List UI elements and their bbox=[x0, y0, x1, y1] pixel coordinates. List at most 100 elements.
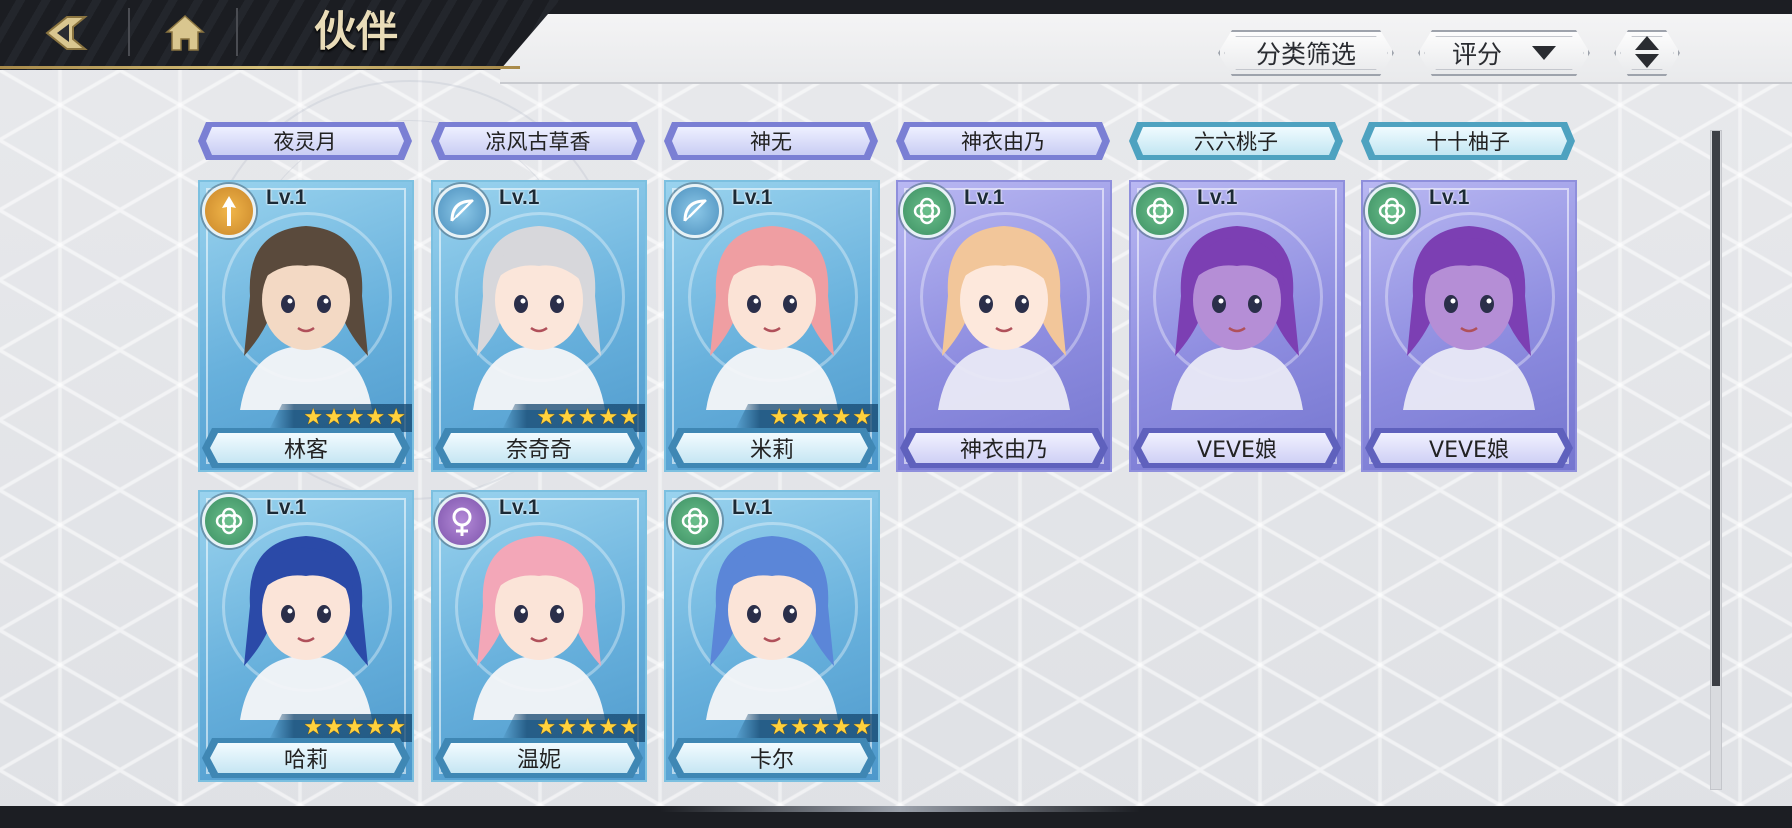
scrollbar-thumb[interactable] bbox=[1712, 131, 1720, 686]
arrow-class-icon bbox=[202, 184, 256, 238]
level-label: Lv.1 bbox=[964, 186, 1005, 209]
star-icon: ★ bbox=[577, 405, 598, 430]
star-icon: ★ bbox=[831, 405, 852, 430]
scrollbar[interactable] bbox=[1710, 130, 1722, 790]
partner-name: 奈奇奇 bbox=[505, 438, 572, 463]
star-icon: ★ bbox=[619, 405, 639, 430]
partner-name-plate: 林客 bbox=[202, 428, 410, 468]
star-icon: ★ bbox=[810, 405, 831, 430]
sort-dropdown-label: 评分 bbox=[1451, 40, 1502, 69]
star-icon: ★ bbox=[536, 715, 557, 740]
home-icon bbox=[165, 14, 205, 51]
partner-name-plate: 神衣由乃 bbox=[900, 428, 1108, 468]
sort-dropdown[interactable]: 评分 bbox=[1418, 30, 1590, 76]
star-icon: ★ bbox=[790, 715, 810, 740]
star-icon: ★ bbox=[303, 405, 324, 430]
toolbar-separator bbox=[128, 8, 130, 56]
partner-name-plate: 温妮 bbox=[435, 738, 643, 778]
clover-class-icon bbox=[668, 494, 722, 548]
bottom-bar-glow bbox=[660, 806, 1140, 812]
bow-class-icon bbox=[668, 184, 722, 238]
name-tag: 神无 bbox=[664, 122, 878, 160]
back-arrow-icon bbox=[45, 16, 88, 50]
filter-button-label: 分类筛选 bbox=[1255, 40, 1356, 69]
clover-class-icon bbox=[202, 494, 256, 548]
star-icon: ★ bbox=[598, 715, 619, 740]
level-label: Lv.1 bbox=[732, 186, 773, 209]
level-label: Lv.1 bbox=[732, 496, 773, 519]
star-icon: ★ bbox=[386, 715, 406, 740]
name-tag: 十十柚子 bbox=[1361, 122, 1575, 160]
partner-name-plate: VEVE娘 bbox=[1365, 428, 1573, 468]
chevron-down-icon bbox=[1532, 46, 1556, 60]
partner-card[interactable]: Lv.1 ★ ★ ★ ★ ★ 哈莉 bbox=[198, 490, 414, 782]
star-icon: ★ bbox=[344, 405, 365, 430]
name-tag: 六六桃子 bbox=[1129, 122, 1343, 160]
partner-card[interactable]: Lv.1 ★ ★ ★ ★ ★ 奈奇奇 bbox=[431, 180, 647, 472]
name-tag: 神衣由乃 bbox=[896, 122, 1110, 160]
top-bar: 伙伴 分类筛选 评分 bbox=[0, 0, 1792, 86]
star-icon: ★ bbox=[324, 715, 344, 740]
partner-name: 温妮 bbox=[516, 748, 561, 773]
bottom-bar bbox=[0, 806, 1792, 828]
name-tag: 夜灵月 bbox=[198, 122, 412, 160]
toolbar-separator bbox=[236, 8, 238, 56]
name-tag-label: 夜灵月 bbox=[273, 130, 337, 154]
star-icon: ★ bbox=[557, 715, 577, 740]
page-title: 伙伴 bbox=[314, 7, 399, 56]
partner-card[interactable]: Lv.1 ★ ★ ★ ★ ★ 温妮 bbox=[431, 490, 647, 782]
star-icon: ★ bbox=[365, 405, 386, 430]
star-icon: ★ bbox=[324, 405, 344, 430]
partner-card[interactable]: Lv.1 ★ ★ ★ ★ ★ 米莉 bbox=[664, 180, 880, 472]
name-tag-label: 神无 bbox=[750, 130, 792, 154]
partner-name-plate: 哈莉 bbox=[202, 738, 410, 778]
name-tag-label: 神衣由乃 bbox=[961, 130, 1045, 154]
star-icon: ★ bbox=[790, 405, 810, 430]
star-icon: ★ bbox=[598, 405, 619, 430]
partner-name: 米莉 bbox=[749, 438, 794, 463]
star-icon: ★ bbox=[386, 405, 406, 430]
partner-card[interactable]: Lv.1 ★ ★ ★ ★ ★ 林客 bbox=[198, 180, 414, 472]
partner-name: 神衣由乃 bbox=[959, 438, 1048, 463]
partner-card[interactable]: Lv.1 神衣由乃 bbox=[896, 180, 1112, 472]
partner-card[interactable]: Lv.1 VEVE娘 bbox=[1129, 180, 1345, 472]
back-button[interactable] bbox=[34, 8, 98, 58]
partner-name-plate: 卡尔 bbox=[668, 738, 876, 778]
star-icon: ★ bbox=[344, 715, 365, 740]
clover-class-icon bbox=[900, 184, 954, 238]
star-icon: ★ bbox=[831, 715, 852, 740]
partner-card[interactable]: Lv.1 ★ ★ ★ ★ ★ 卡尔 bbox=[664, 490, 880, 782]
level-label: Lv.1 bbox=[266, 186, 307, 209]
star-icon: ★ bbox=[619, 715, 639, 740]
top-bar-right bbox=[500, 14, 1792, 84]
star-icon: ★ bbox=[769, 405, 790, 430]
partner-name-plate: 米莉 bbox=[668, 428, 876, 468]
level-label: Lv.1 bbox=[499, 186, 540, 209]
level-label: Lv.1 bbox=[266, 496, 307, 519]
name-tag-label: 凉风古草香 bbox=[485, 130, 591, 154]
ring-class-icon bbox=[435, 494, 489, 548]
filter-button[interactable]: 分类筛选 bbox=[1218, 30, 1394, 76]
star-icon: ★ bbox=[557, 405, 577, 430]
star-icon: ★ bbox=[303, 715, 324, 740]
star-icon: ★ bbox=[365, 715, 386, 740]
star-icon: ★ bbox=[810, 715, 831, 740]
bow-class-icon bbox=[435, 184, 489, 238]
star-icon: ★ bbox=[852, 715, 872, 740]
partner-name-plate: VEVE娘 bbox=[1133, 428, 1341, 468]
name-tag: 凉风古草香 bbox=[431, 122, 645, 160]
sort-order-button[interactable] bbox=[1614, 30, 1680, 76]
star-icon: ★ bbox=[536, 405, 557, 430]
level-label: Lv.1 bbox=[1197, 186, 1238, 209]
partner-name: 哈莉 bbox=[283, 748, 328, 773]
name-tag-label: 六六桃子 bbox=[1194, 130, 1278, 154]
clover-class-icon bbox=[1133, 184, 1187, 238]
level-label: Lv.1 bbox=[1429, 186, 1470, 209]
sort-dropdown-frame bbox=[1424, 36, 1584, 70]
partner-name: 林客 bbox=[283, 438, 328, 463]
star-icon: ★ bbox=[577, 715, 598, 740]
partner-name: 卡尔 bbox=[749, 748, 794, 773]
partner-name: VEVE娘 bbox=[1429, 438, 1509, 463]
partner-card[interactable]: Lv.1 VEVE娘 bbox=[1361, 180, 1577, 472]
home-button[interactable] bbox=[150, 8, 220, 58]
